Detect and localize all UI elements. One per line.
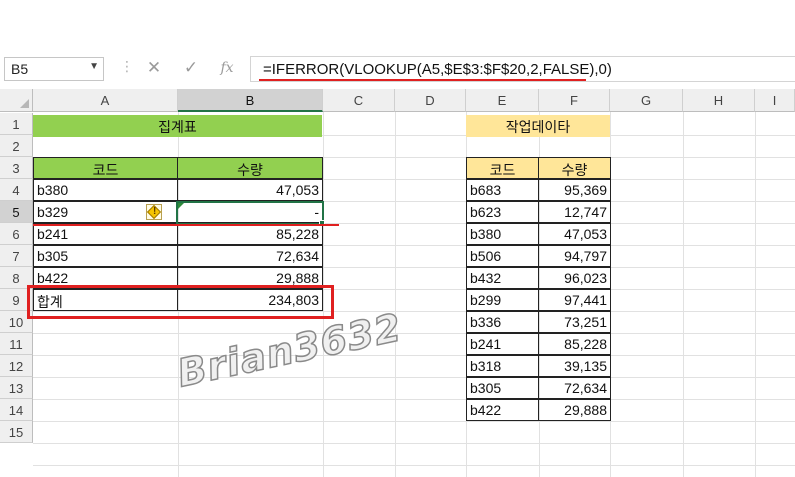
- row5-highlight-underline: [33, 224, 339, 226]
- gridline-horizontal: [33, 421, 795, 422]
- work-code-cell[interactable]: b506: [466, 245, 539, 267]
- work-code-cell[interactable]: b318: [466, 355, 539, 377]
- summary-title[interactable]: 집계표: [33, 115, 322, 137]
- row-header-13[interactable]: 13: [0, 377, 33, 399]
- work-code-cell[interactable]: b623: [466, 201, 539, 223]
- column-header-i[interactable]: I: [755, 89, 795, 112]
- work-qty-cell[interactable]: 94,797: [538, 245, 611, 267]
- row-header-5[interactable]: 5: [0, 201, 33, 223]
- work-code-cell[interactable]: b380: [466, 223, 539, 245]
- gridline-horizontal: [33, 465, 795, 466]
- total-highlight-box: [27, 285, 334, 319]
- cancel-icon[interactable]: ✕: [142, 58, 166, 78]
- row-header-12[interactable]: 12: [0, 355, 33, 377]
- work-code-cell[interactable]: b305: [466, 377, 539, 399]
- work-code-cell[interactable]: b683: [466, 179, 539, 201]
- work-qty-cell[interactable]: 12,747: [538, 201, 611, 223]
- select-all-corner[interactable]: [0, 89, 33, 112]
- work-header-qty[interactable]: 수량: [538, 157, 611, 179]
- row-header-3[interactable]: 3: [0, 157, 33, 179]
- formula-highlight-underline: [259, 79, 586, 81]
- work-data-title[interactable]: 작업데이타: [466, 115, 610, 137]
- formula-bar-separator: ⋮: [120, 58, 134, 80]
- name-box-value: B5: [11, 61, 29, 77]
- work-qty-cell[interactable]: 97,441: [538, 289, 611, 311]
- column-header-c[interactable]: C: [323, 89, 395, 112]
- summary-code-cell[interactable]: b380: [33, 179, 178, 201]
- summary-qty-cell[interactable]: 85,228: [177, 223, 323, 245]
- formula-text: =IFERROR(VLOOKUP(A5,$E$3:$F$20,2,FALSE),…: [263, 61, 612, 78]
- column-header-b[interactable]: B: [178, 89, 323, 112]
- work-qty-cell[interactable]: 47,053: [538, 223, 611, 245]
- row-header-1[interactable]: 1: [0, 113, 33, 135]
- row-header-14[interactable]: 14: [0, 399, 33, 421]
- summary-code-cell[interactable]: b241: [33, 223, 178, 245]
- insert-function-icon[interactable]: fx: [215, 60, 239, 76]
- warning-diamond-icon[interactable]: !: [146, 204, 162, 220]
- row-header-2[interactable]: 2: [0, 135, 33, 157]
- chevron-down-icon[interactable]: ▼: [89, 61, 99, 72]
- column-header-a[interactable]: A: [33, 89, 178, 112]
- active-cell-b5[interactable]: [176, 201, 324, 225]
- work-header-code[interactable]: 코드: [466, 157, 539, 179]
- work-code-cell[interactable]: b336: [466, 311, 539, 333]
- work-qty-cell[interactable]: 39,135: [538, 355, 611, 377]
- summary-qty-cell[interactable]: 72,634: [177, 245, 323, 267]
- summary-header-qty[interactable]: 수량: [177, 157, 323, 179]
- summary-header-code[interactable]: 코드: [33, 157, 178, 179]
- gridline-horizontal: [33, 355, 795, 356]
- work-qty-cell[interactable]: 29,888: [538, 399, 611, 421]
- work-qty-cell[interactable]: 72,634: [538, 377, 611, 399]
- name-box[interactable]: B5 ▼: [4, 57, 104, 81]
- column-header-f[interactable]: F: [539, 89, 610, 112]
- row-header-11[interactable]: 11: [0, 333, 33, 355]
- row-header-4[interactable]: 4: [0, 179, 33, 201]
- gridline-horizontal: [33, 399, 795, 400]
- gridline-vertical: [683, 112, 684, 477]
- summary-qty-cell[interactable]: 47,053: [177, 179, 323, 201]
- gridline-horizontal: [33, 443, 795, 444]
- work-qty-cell[interactable]: 73,251: [538, 311, 611, 333]
- column-header-h[interactable]: H: [683, 89, 755, 112]
- work-qty-cell[interactable]: 85,228: [538, 333, 611, 355]
- column-header-g[interactable]: G: [610, 89, 683, 112]
- work-qty-cell[interactable]: 95,369: [538, 179, 611, 201]
- row-header-6[interactable]: 6: [0, 223, 33, 245]
- column-header-d[interactable]: D: [395, 89, 466, 112]
- error-triangle-marker: [178, 203, 184, 209]
- gridline-horizontal: [33, 377, 795, 378]
- column-header-e[interactable]: E: [466, 89, 539, 112]
- gridline-horizontal: [33, 333, 795, 334]
- gridline-vertical: [395, 112, 396, 477]
- gridline-vertical: [755, 112, 756, 477]
- row-header-7[interactable]: 7: [0, 245, 33, 267]
- work-code-cell[interactable]: b422: [466, 399, 539, 421]
- work-code-cell[interactable]: b241: [466, 333, 539, 355]
- summary-code-cell[interactable]: b305: [33, 245, 178, 267]
- enter-icon[interactable]: ✓: [179, 58, 203, 78]
- work-code-cell[interactable]: b432: [466, 267, 539, 289]
- work-code-cell[interactable]: b299: [466, 289, 539, 311]
- work-qty-cell[interactable]: 96,023: [538, 267, 611, 289]
- row-header-15[interactable]: 15: [0, 421, 33, 443]
